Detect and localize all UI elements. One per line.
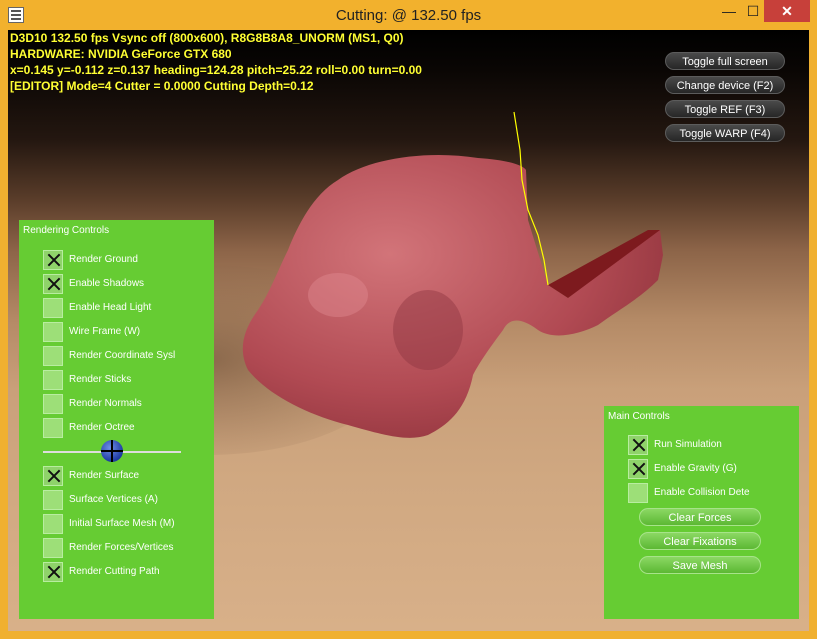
checkbox-checked[interactable] [43,274,63,294]
save-mesh-button[interactable]: Save Mesh [639,556,761,574]
hardware-info: HARDWARE: NVIDIA GeForce GTX 680 [10,47,232,61]
clear-fixations-button[interactable]: Clear Fixations [639,532,761,550]
checkbox-label: Render Octree [69,422,135,433]
close-button[interactable]: ✕ [764,0,810,22]
checkbox-label: Render Normals [69,398,142,409]
checkbox-unchecked[interactable] [43,418,63,438]
checkbox-label: Render Cutting Path [69,566,160,577]
slider-knob[interactable] [101,440,123,462]
fps-info: D3D10 132.50 fps Vsync off (800x600), R8… [10,31,404,45]
checkbox-label: Render Coordinate Sysl [69,350,176,361]
window-title: Cutting: @ 132.50 fps [335,7,482,24]
camera-info: x=0.145 y=-0.112 z=0.137 heading=124.28 … [10,63,422,77]
checkbox-checked[interactable] [43,250,63,270]
checkbox-label: Enable Shadows [69,278,145,289]
checkbox-label: Render Forces/Vertices [69,542,174,553]
change-device-button[interactable]: Change device (F2) [665,76,785,94]
rendering-controls-panel: Rendering Controls Render Ground Enable S… [19,220,214,619]
checkbox-checked[interactable] [43,562,63,582]
checkbox-label: Initial Surface Mesh (M) [69,518,175,529]
checkbox-checked[interactable] [628,459,648,479]
main-controls-panel: Main Controls Run Simulation Enable Gravi… [604,406,799,619]
title-bar[interactable]: Cutting: @ 132.50 fps — ☐ ✕ [0,0,817,30]
toggle-ref-button[interactable]: Toggle REF (F3) [665,100,785,118]
checkbox-unchecked[interactable] [43,322,63,342]
checkbox-unchecked[interactable] [43,538,63,558]
clear-forces-button[interactable]: Clear Forces [639,508,761,526]
checkbox-unchecked[interactable] [43,298,63,318]
checkbox-label: Render Surface [69,470,140,481]
main-controls-title: Main Controls [608,411,670,422]
rendering-controls-title: Rendering Controls [23,225,110,236]
checkbox-unchecked[interactable] [628,483,648,503]
checkbox-label: Enable Head Light [69,302,152,313]
toggle-full-screen-button[interactable]: Toggle full screen [665,52,785,70]
checkbox-unchecked[interactable] [43,370,63,390]
checkbox-checked[interactable] [43,466,63,486]
checkbox-label: Run Simulation [654,439,722,450]
checkbox-label: Wire Frame (W) [69,326,141,337]
checkbox-label: Surface Vertices (A) [69,494,158,505]
checkbox-label: Render Ground [69,254,138,265]
checkbox-label: Enable Gravity (G) [654,463,737,474]
checkbox-checked[interactable] [628,435,648,455]
mesh-highlight [308,273,368,317]
checkbox-unchecked[interactable] [43,490,63,510]
checkbox-unchecked[interactable] [43,394,63,414]
checkbox-unchecked[interactable] [43,514,63,534]
tissue-mesh [242,154,663,438]
checkbox-label: Render Sticks [69,374,132,385]
app-window: Cutting: @ 132.50 fps — ☐ ✕ D3D10 132.50… [0,0,817,639]
editor-info: [EDITOR] Mode=4 Cutter = 0.0000 Cutting … [10,79,314,93]
checkbox-label: Enable Collision Dete [654,487,750,498]
toggle-warp-button[interactable]: Toggle WARP (F4) [665,124,785,142]
checkbox-unchecked[interactable] [43,346,63,366]
mesh-hollow [393,290,463,370]
render-viewport[interactable]: D3D10 132.50 fps Vsync off (800x600), R8… [8,30,809,631]
